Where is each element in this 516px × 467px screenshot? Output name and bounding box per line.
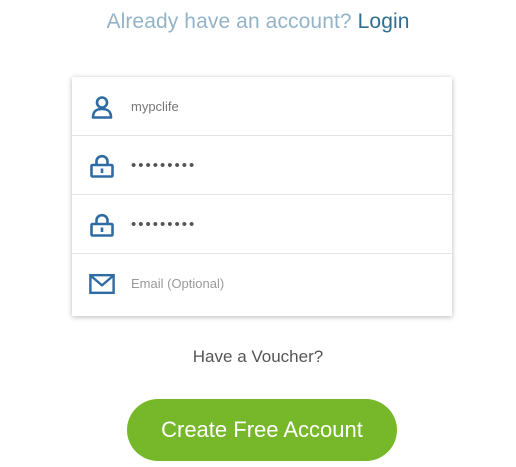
user-icon (89, 94, 115, 120)
username-field-row (72, 77, 452, 136)
confirm-password-field-row (72, 195, 452, 254)
lock-icon (89, 153, 115, 179)
signup-form (72, 77, 452, 316)
envelope-icon (89, 271, 115, 297)
password-field-row (72, 136, 452, 195)
password-input[interactable] (131, 136, 431, 195)
login-prompt: Already have an account? Login (0, 10, 516, 34)
email-field-row (72, 254, 452, 314)
username-input[interactable] (131, 77, 431, 136)
email-input[interactable] (131, 254, 431, 313)
signup-page: Already have an account? Login mypclife … (0, 0, 516, 467)
lock-icon (89, 212, 115, 238)
login-link[interactable]: Login (358, 10, 410, 33)
create-free-account-button[interactable]: Create Free Account (127, 399, 397, 461)
confirm-password-input[interactable] (131, 195, 431, 254)
voucher-link[interactable]: Have a Voucher? (0, 347, 516, 367)
login-prompt-text: Already have an account? (106, 10, 352, 33)
